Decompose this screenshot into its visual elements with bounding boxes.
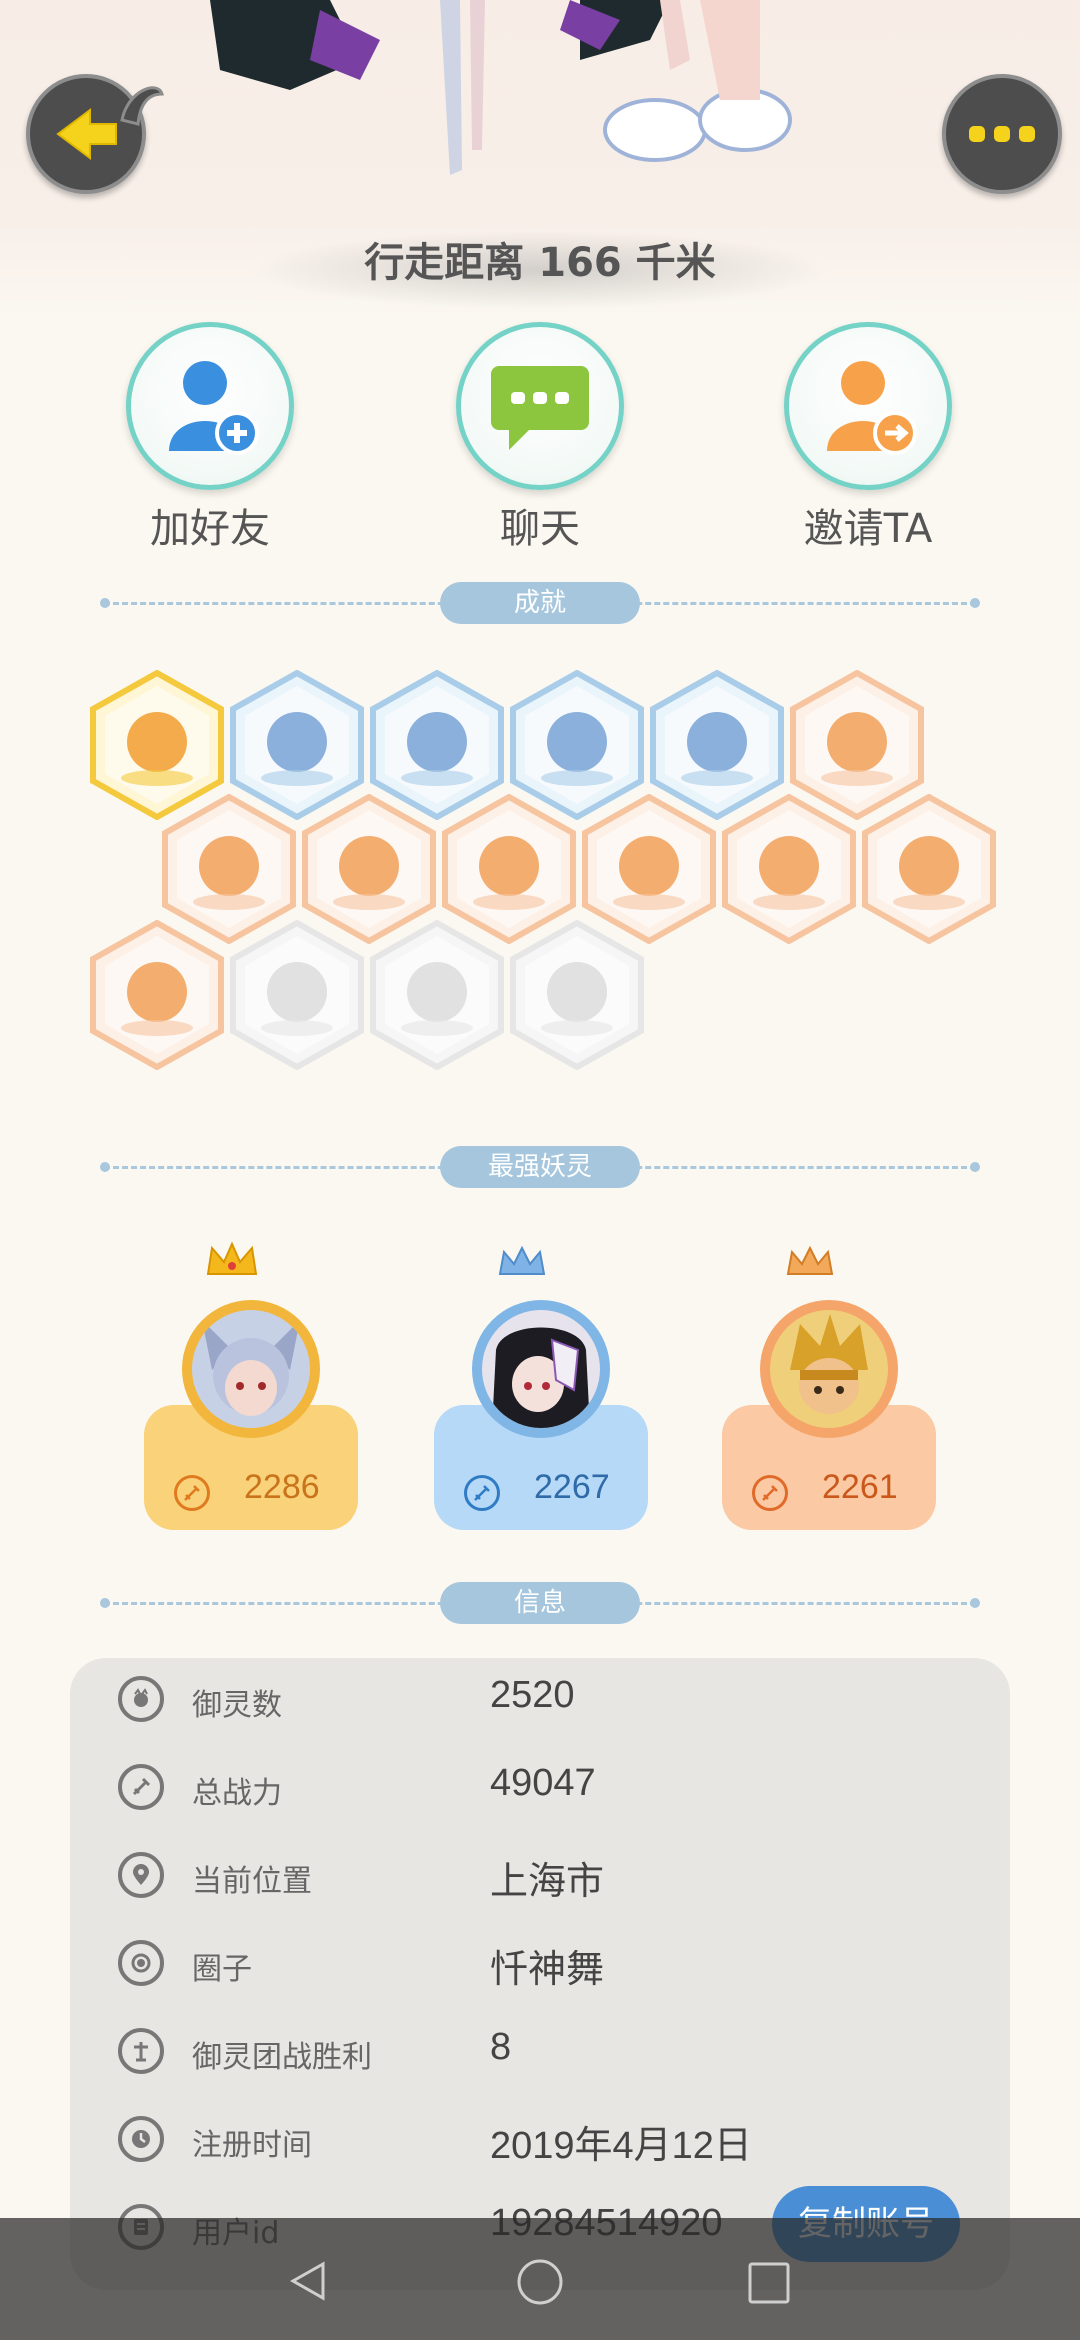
spirit-count-icon [118,1676,164,1722]
info-section-header: 信息 [100,1582,980,1624]
info-value: 8 [490,2026,512,2068]
info-label: 当前位置 [192,1864,312,1899]
divider-dot [970,598,980,608]
walking-distance: 行走距离 166 千米 [364,240,716,286]
section-title: 信息 [440,1582,640,1624]
profile-actions: 加好友 聊天 邀请TA [0,322,1080,552]
clock-icon [118,2116,164,2162]
info-row-location: 当前位置 上海市 [70,1834,1010,1914]
sword-icon [464,1475,500,1511]
section-title: 成就 [440,582,640,624]
top-spirits-list: 2286 2267 2261 [0,1240,1080,1540]
location-icon [118,1852,164,1898]
add-friend-button[interactable]: 加好友 [110,322,310,554]
golden-warrior-avatar [770,1310,888,1428]
achievements-section-header: 成就 [100,582,980,624]
info-row-battle-wins: 御灵团战胜利 8 [70,2010,1010,2090]
info-value: 忏神舞 [490,1949,605,1991]
battle-icon [118,2028,164,2074]
divider-dot [970,1162,980,1172]
nav-back-icon[interactable] [285,2258,331,2304]
divider-dot [100,1162,110,1172]
blue-crown-icon [498,1245,546,1275]
spirit-power: 2261 [822,1468,898,1506]
info-value: 2520 [490,1674,575,1716]
orange-crown-icon [786,1245,834,1275]
more-dots-icon [969,126,1035,142]
info-label: 御灵团战胜利 [192,2040,372,2075]
fox-girl-portrait-icon [202,1320,300,1416]
info-label: 圈子 [192,1952,252,1987]
more-button[interactable] [942,74,1062,194]
section-title: 最强妖灵 [440,1146,640,1188]
character-model [210,0,792,175]
info-row-register-date: 注册时间 2019年4月12日 [70,2098,1010,2178]
avatar-ring [472,1300,610,1438]
info-label: 御灵数 [192,1688,282,1723]
chat-label: 聊天 [500,506,580,552]
add-friend-label: 加好友 [150,506,270,552]
system-navigation-bar [0,2218,1080,2340]
scroll-badge-icon[interactable] [860,794,998,944]
info-value: 49047 [490,1762,596,1804]
book-fox-badge-icon[interactable] [508,920,646,1070]
spirit-card-2[interactable]: 2267 [434,1240,648,1540]
demon-badge-icon[interactable] [368,920,506,1070]
invite-label: 邀请TA [803,506,933,552]
divider-dot [970,1598,980,1608]
gold-crown-icon [206,1241,258,1275]
info-label: 注册时间 [192,2128,312,2163]
nav-recents-icon[interactable] [746,2260,792,2306]
sword-icon [174,1475,210,1511]
add-friend-circle[interactable] [126,322,294,490]
stroller-badge-icon[interactable] [720,794,858,944]
info-value: 上海市 [490,1861,605,1903]
power-icon [118,1764,164,1810]
add-friend-icon [169,361,259,455]
info-row-circle: 圈子 忏神舞 [70,1922,1010,2002]
invite-icon [827,361,917,455]
avatar-ring [182,1300,320,1438]
achievement-badges [0,670,1080,1090]
divider-dot [100,598,110,608]
info-label: 总战力 [192,1776,282,1811]
nav-home-icon[interactable] [516,2258,564,2306]
chat-circle[interactable] [456,322,624,490]
info-row-total-power: 总战力 49047 [70,1746,1010,1826]
top-spirits-section-header: 最强妖灵 [100,1146,980,1188]
koi-badge-icon[interactable] [228,920,366,1070]
info-panel: 御灵数 2520 总战力 49047 当前位置 上海市 圈子 忏神舞 御灵团战胜… [70,1658,1010,2290]
chat-icon [491,366,589,450]
chat-button[interactable]: 聊天 [440,322,640,554]
info-row-spirit-count: 御灵数 2520 [70,1658,1010,1738]
masked-girl-avatar [482,1310,600,1428]
spirit-power: 2267 [534,1468,610,1506]
invite-button[interactable]: 邀请TA [768,322,968,554]
back-button-tail-icon [120,86,164,126]
info-value: 2019年4月12日 [490,2125,752,2167]
cats-badge-icon[interactable] [88,920,226,1070]
spirit-card-3[interactable]: 2261 [722,1240,936,1540]
spirit-card-1[interactable]: 2286 [144,1240,358,1540]
invite-circle[interactable] [784,322,952,490]
spirit-power: 2286 [244,1468,320,1506]
masked-girl-portrait-icon [492,1327,590,1428]
back-arrow-icon [56,108,117,160]
avatar-ring [760,1300,898,1438]
sword-icon [752,1475,788,1511]
fox-girl-avatar [192,1310,310,1428]
golden-warrior-portrait-icon [790,1314,868,1414]
circle-icon [118,1940,164,1986]
divider-dot [100,1598,110,1608]
